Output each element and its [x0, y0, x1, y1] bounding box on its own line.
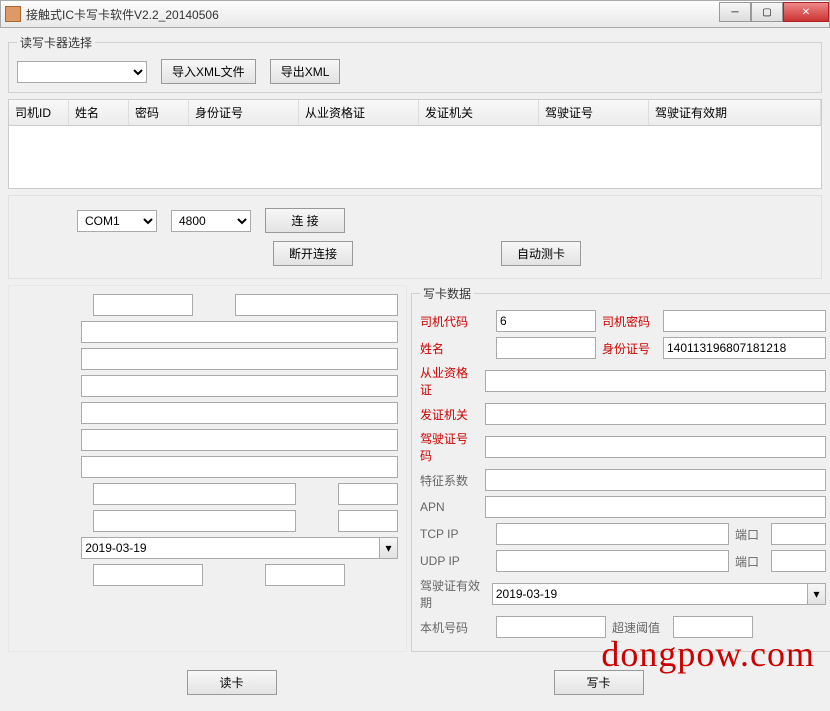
- reader-group: 读写卡器选择 导入XML文件 导出XML: [8, 34, 822, 93]
- read-data-group: ▾: [8, 285, 407, 652]
- left-input-2[interactable]: [81, 321, 398, 343]
- disconnect-button[interactable]: 断开连接: [273, 241, 353, 266]
- left-input-1b[interactable]: [235, 294, 398, 316]
- export-xml-button[interactable]: 导出XML: [270, 59, 341, 84]
- qual-input[interactable]: [485, 370, 826, 392]
- udp-label: UDP IP: [420, 554, 490, 568]
- data-grid[interactable]: 司机ID 姓名 密码 身份证号 从业资格证 发证机关 驾驶证号 驾驶证有效期: [8, 99, 822, 189]
- chevron-down-icon[interactable]: ▾: [808, 583, 826, 605]
- apn-label: APN: [420, 500, 479, 514]
- id-label: 身份证号: [602, 340, 657, 357]
- name-label: 姓名: [420, 340, 490, 357]
- write-legend: 写卡数据: [420, 285, 474, 302]
- watermark-logo: dongpow.com: [601, 633, 815, 675]
- expiry-label: 驾驶证有效期: [420, 577, 486, 611]
- col-issuer[interactable]: 发证机关: [419, 100, 539, 125]
- left-input-9a[interactable]: [93, 510, 296, 532]
- maximize-button[interactable]: ▢: [751, 2, 783, 22]
- app-icon: [5, 6, 21, 22]
- read-card-button[interactable]: 读卡: [187, 670, 277, 695]
- udp-input[interactable]: [496, 550, 729, 572]
- write-data-group: 写卡数据 司机代码 司机密码 姓名 身份证号 从业资格证 发证机关: [411, 285, 830, 652]
- left-input-8b[interactable]: [338, 483, 398, 505]
- col-license[interactable]: 驾驶证号: [539, 100, 649, 125]
- left-input-4[interactable]: [81, 375, 398, 397]
- chevron-down-icon[interactable]: ▾: [380, 537, 398, 559]
- name-input[interactable]: [496, 337, 596, 359]
- col-qual[interactable]: 从业资格证: [299, 100, 419, 125]
- issuer-input[interactable]: [485, 403, 826, 425]
- connection-group: COM1 4800 连 接 断开连接 自动测卡: [8, 195, 822, 279]
- titlebar: 接触式IC卡写卡软件V2.2_20140506 ─ ▢ ✕: [0, 0, 830, 28]
- grid-header: 司机ID 姓名 密码 身份证号 从业资格证 发证机关 驾驶证号 驾驶证有效期: [9, 100, 821, 126]
- connect-button[interactable]: 连 接: [265, 208, 345, 233]
- tcp-port-input[interactable]: [771, 523, 826, 545]
- local-input[interactable]: [496, 616, 606, 638]
- qual-label: 从业资格证: [420, 364, 479, 398]
- driver-pwd-input[interactable]: [663, 310, 826, 332]
- expiry-input[interactable]: [492, 583, 808, 605]
- left-input-6[interactable]: [81, 429, 398, 451]
- col-expiry[interactable]: 驾驶证有效期: [649, 100, 821, 125]
- close-button[interactable]: ✕: [783, 2, 829, 22]
- left-input-1a[interactable]: [93, 294, 193, 316]
- col-password[interactable]: 密码: [129, 100, 189, 125]
- left-input-7[interactable]: [81, 456, 398, 478]
- driver-pwd-label: 司机密码: [602, 313, 657, 330]
- left-input-3[interactable]: [81, 348, 398, 370]
- feature-label: 特征系数: [420, 472, 479, 489]
- left-input-11b[interactable]: [265, 564, 345, 586]
- local-label: 本机号码: [420, 619, 490, 636]
- license-label: 驾驶证号码: [420, 430, 479, 464]
- left-input-8a[interactable]: [93, 483, 296, 505]
- udp-port-input[interactable]: [771, 550, 826, 572]
- feature-input[interactable]: [485, 469, 826, 491]
- driver-code-input[interactable]: [496, 310, 596, 332]
- issuer-label: 发证机关: [420, 406, 479, 423]
- left-input-5[interactable]: [81, 402, 398, 424]
- window-buttons: ─ ▢ ✕: [719, 2, 829, 22]
- driver-code-label: 司机代码: [420, 313, 490, 330]
- license-input[interactable]: [485, 436, 826, 458]
- tcp-label: TCP IP: [420, 527, 490, 541]
- tcp-input[interactable]: [496, 523, 729, 545]
- autotest-button[interactable]: 自动测卡: [501, 241, 581, 266]
- udp-port-label: 端口: [735, 553, 765, 570]
- com-select[interactable]: COM1: [77, 210, 157, 232]
- import-xml-button[interactable]: 导入XML文件: [161, 59, 256, 84]
- window-title: 接触式IC卡写卡软件V2.2_20140506: [26, 6, 719, 23]
- minimize-button[interactable]: ─: [719, 2, 751, 22]
- col-driver-id[interactable]: 司机ID: [9, 100, 69, 125]
- baud-select[interactable]: 4800: [171, 210, 251, 232]
- tcp-port-label: 端口: [735, 526, 765, 543]
- left-input-9b[interactable]: [338, 510, 398, 532]
- apn-input[interactable]: [485, 496, 826, 518]
- id-input[interactable]: [663, 337, 826, 359]
- reader-legend: 读写卡器选择: [17, 34, 95, 51]
- reader-select[interactable]: [17, 61, 147, 83]
- col-idnum[interactable]: 身份证号: [189, 100, 299, 125]
- left-input-11a[interactable]: [93, 564, 203, 586]
- left-date-input[interactable]: [81, 537, 380, 559]
- col-name[interactable]: 姓名: [69, 100, 129, 125]
